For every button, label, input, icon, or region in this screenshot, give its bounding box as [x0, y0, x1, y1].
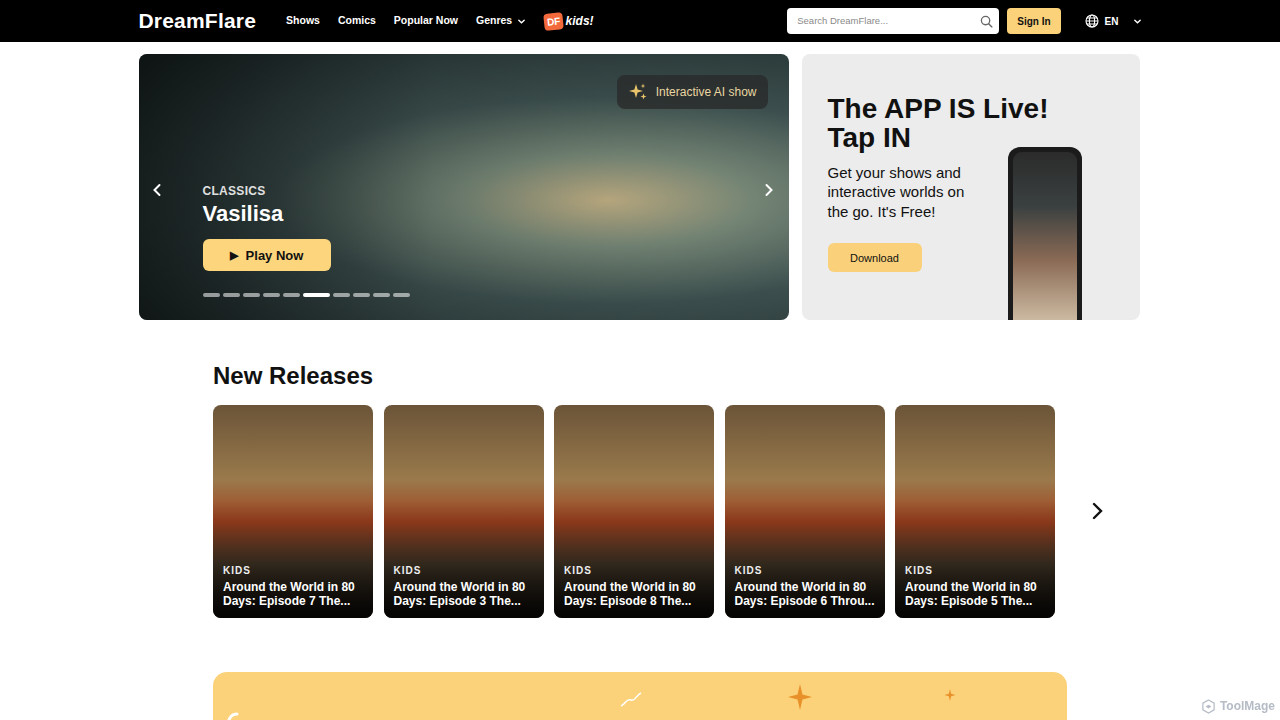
nav-link[interactable]: Genres [476, 13, 526, 29]
play-now-button[interactable]: ▶Play Now [203, 239, 331, 271]
chevron-down-icon [517, 17, 526, 26]
toolmage-logo-icon [1201, 699, 1216, 714]
release-card[interactable]: KIDS Around the World in 80 Days: Episode… [384, 405, 544, 618]
chevron-left-icon [152, 183, 162, 197]
dreamflare-logo[interactable]: DreamFlare [139, 5, 257, 37]
search-input[interactable] [795, 13, 980, 29]
release-list: KIDS Around the World in 80 Days: Episode… [213, 405, 1067, 618]
card-category: KIDS [394, 563, 536, 578]
chevron-right-icon [764, 183, 774, 197]
card-title: Around the World in 80 Days: Episode 8 T… [564, 581, 706, 607]
hero-title: Vasilisa [203, 201, 789, 227]
section-title: New Releases [213, 362, 1067, 391]
curl-icon [225, 708, 245, 720]
top-navbar: DreamFlare Shows Comics Popular Now Genres DF… [0, 0, 1280, 42]
carousel-dot[interactable] [373, 293, 390, 297]
promo-title: The APP IS Live!Tap IN [828, 94, 1140, 153]
release-card[interactable]: KIDS Around the World in 80 Days: Episode… [213, 405, 373, 618]
interactive-badge: Interactive AI show [617, 75, 768, 109]
card-category: KIDS [564, 563, 706, 578]
release-card[interactable]: KIDS Around the World in 80 Days: Episode… [725, 405, 885, 618]
carousel-dot[interactable] [353, 293, 370, 297]
nav-link[interactable]: Comics [338, 13, 376, 29]
globe-icon [1085, 14, 1099, 28]
release-card[interactable]: KIDS Around the World in 80 Days: Episode… [895, 405, 1055, 618]
hero-carousel: CLASSICSVasilisa ▶Play Now Interactive AI … [139, 54, 789, 320]
play-icon: ▶ [230, 247, 238, 264]
app-promo-card: The APP IS Live!Tap IN Get your shows and… [802, 54, 1140, 320]
previous-slide-button[interactable] [145, 178, 169, 202]
card-category: KIDS [223, 563, 365, 578]
hero-category: CLASSICS [203, 182, 789, 200]
carousel-dot[interactable] [393, 293, 410, 297]
carousel-dot[interactable] [263, 293, 280, 297]
phone-image [1008, 147, 1082, 320]
watermark: ToolMage [1201, 697, 1275, 715]
card-title: Around the World in 80 Days: Episode 7 T… [223, 581, 365, 607]
card-title: Around the World in 80 Days: Episode 3 T… [394, 581, 536, 607]
squiggle-icon [620, 692, 642, 708]
card-title: Around the World in 80 Days: Episode 5 T… [905, 581, 1047, 607]
card-category: KIDS [905, 563, 1047, 578]
sparkle-icon [628, 82, 648, 102]
new-releases-section: New Releases KIDS Around the World in 80 D… [213, 362, 1067, 618]
promo-text: Get your shows and interactive worlds on… [828, 163, 978, 222]
star-icon [788, 684, 812, 710]
language-selector[interactable]: EN [1085, 14, 1142, 29]
carousel-dot[interactable] [303, 293, 330, 297]
carousel-dot[interactable] [223, 293, 240, 297]
download-button[interactable]: Download [828, 243, 922, 272]
next-releases-button[interactable] [1082, 405, 1112, 618]
carousel-dot[interactable] [203, 293, 220, 297]
nav-link[interactable]: Shows [286, 13, 320, 29]
carousel-dot[interactable] [333, 293, 350, 297]
next-slide-button[interactable] [757, 178, 781, 202]
release-card[interactable]: KIDS Around the World in 80 Days: Episode… [554, 405, 714, 618]
carousel-dot[interactable] [243, 293, 260, 297]
chevron-right-icon [1091, 502, 1103, 520]
promo-banner [213, 672, 1067, 720]
carousel-dot[interactable] [283, 293, 300, 297]
star-icon [944, 689, 956, 701]
search-icon [980, 15, 993, 28]
sign-in-button[interactable]: Sign In [1007, 8, 1060, 34]
card-category: KIDS [735, 563, 877, 578]
kids-logo[interactable]: DFkids! [544, 12, 593, 30]
search-box [787, 8, 999, 34]
card-title: Around the World in 80 Days: Episode 6 T… [735, 581, 877, 607]
chevron-down-icon [1133, 17, 1142, 26]
carousel-dots [203, 293, 789, 297]
nav-link[interactable]: Popular Now [394, 13, 458, 29]
